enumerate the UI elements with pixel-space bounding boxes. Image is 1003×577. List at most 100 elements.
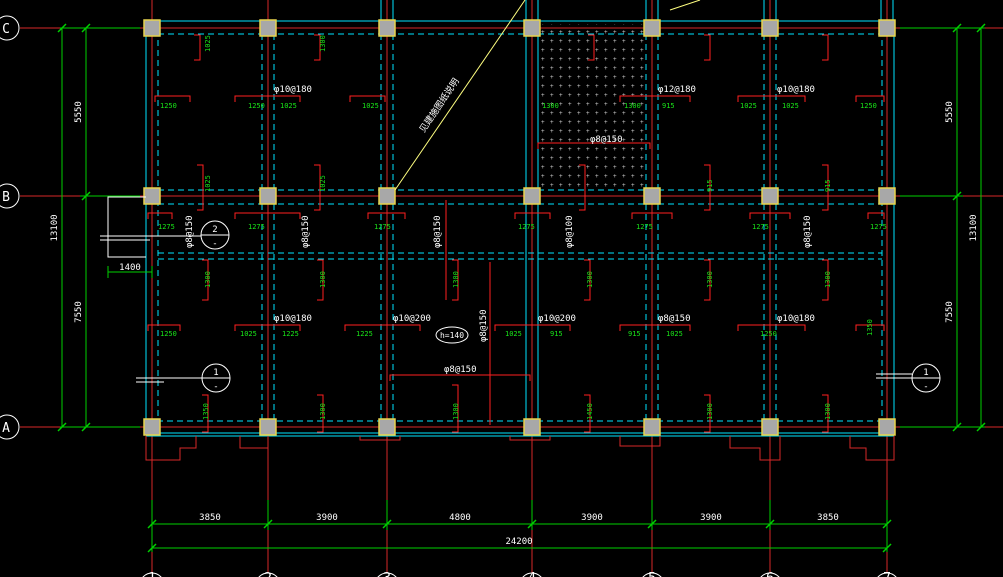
rebar-length-label: 1350 [202, 403, 210, 420]
rebar-length-label: 1025 [362, 102, 379, 110]
axis-label-3: 3 [383, 571, 391, 577]
rebar-length-label: 1275 [158, 223, 175, 231]
section-1r-num: 1 [923, 368, 928, 378]
dim-span-2: 3900 [316, 513, 338, 523]
rebar-stair-h: φ8@150 [444, 365, 477, 375]
rebar-length-label: 1025 [666, 330, 683, 338]
column [878, 187, 896, 205]
dimension-lines [60, 27, 985, 552]
axis-label-5: 5 [648, 571, 656, 577]
rebar-length-label: 1250 [860, 102, 877, 110]
column [259, 19, 277, 37]
rebar-mid-5: φ8@150 [803, 215, 813, 248]
rebar-mark [194, 34, 201, 61]
rebar-top-2: φ12@180 [658, 85, 696, 95]
rebar-length-label: 915 [628, 330, 641, 338]
rebar-bot-3: φ10@200 [538, 314, 576, 324]
section-1l-sub: - [213, 382, 218, 392]
section-1r-sub: - [923, 382, 928, 392]
column [523, 19, 541, 37]
column [378, 418, 396, 436]
dimension-ticks [57, 23, 986, 553]
rebar-length-label: 915 [706, 179, 714, 192]
dim-span-4: 3900 [581, 513, 603, 523]
column [523, 418, 541, 436]
column [259, 187, 277, 205]
rebar-length-label: 915 [662, 102, 675, 110]
rebar-length-label: 1275 [518, 223, 535, 231]
column [143, 418, 161, 436]
column [523, 187, 541, 205]
column [643, 187, 661, 205]
column [878, 19, 896, 37]
rebar-mark [197, 164, 204, 211]
rebar-length-label: 1025 [204, 175, 212, 192]
column [143, 187, 161, 205]
rebar-length-label: 1300 [319, 271, 327, 288]
rebar-length-label: 1225 [282, 330, 299, 338]
rebar-length-label: 1450 [586, 403, 594, 420]
rebar-length-label: 1300 [319, 403, 327, 420]
dim-right-2: 7550 [945, 301, 955, 323]
axis-label-4: 4 [528, 571, 536, 577]
cantilever-dim: 1400 [119, 263, 141, 273]
axis-label-B: B [2, 190, 10, 205]
column [761, 418, 779, 436]
axis-label-7: 7 [883, 571, 891, 577]
rebar-length-label: 1300 [824, 271, 832, 288]
column [761, 19, 779, 37]
dim-left-2: 7550 [74, 301, 84, 323]
rebar-bot-1: φ10@180 [274, 314, 312, 324]
dim-left-1: 5550 [74, 101, 84, 123]
rebar-length-label: 1025 [204, 35, 212, 52]
column [259, 418, 277, 436]
rebar-length-label: 1300 [706, 403, 714, 420]
rebar-length-label: 1250 [160, 102, 177, 110]
rebar-length-label: 1025 [740, 102, 757, 110]
rebar-length-label: 1300 [824, 403, 832, 420]
column [378, 187, 396, 205]
rebar-length-label: 1025 [505, 330, 522, 338]
rebar-stair-v2: φ8@150 [479, 309, 489, 342]
rebar-length-label: 1250 [248, 102, 265, 110]
rebar-mid-2: φ8@150 [301, 215, 311, 248]
rebar-length-label: 1275 [374, 223, 391, 231]
section-1l-num: 1 [213, 368, 218, 378]
axis-label-1: 1 [148, 571, 156, 577]
section-2-num: 2 [212, 225, 217, 235]
rebar-length-label: 1300 [452, 403, 460, 420]
rebar-marks [147, 34, 885, 433]
axis-label-6: 6 [766, 571, 774, 577]
column [878, 418, 896, 436]
rebar-stair-vert: φ8@150 [590, 135, 623, 145]
rebar-bot-5: φ10@180 [777, 314, 815, 324]
dim-right-total: 13100 [969, 214, 979, 241]
rebar-top-1: φ10@180 [274, 85, 312, 95]
rebar-length-label: 1300 [624, 102, 641, 110]
section-2-sub: - [212, 239, 217, 249]
axis-label-2: 2 [264, 571, 272, 577]
rebar-length-label: 1025 [782, 102, 799, 110]
column [378, 19, 396, 37]
dim-right-1: 5550 [945, 101, 955, 123]
rebar-length-label: 1300 [706, 271, 714, 288]
beam-outlines [145, 0, 895, 437]
rebar-bot-2: φ10@200 [393, 314, 431, 324]
dim-total: 24200 [505, 537, 532, 547]
rebar-length-label: 1350 [866, 319, 874, 336]
rebar-mid-1: φ8@150 [185, 215, 195, 248]
column [761, 187, 779, 205]
rebar-length-label: 1300 [204, 271, 212, 288]
floor-slab-reinforcement-plan: + 1400 见建施图纸说明 φ10@180 φ12@180 φ10@180 φ… [0, 0, 1003, 577]
rebar-length-label: 1300 [586, 271, 594, 288]
dim-left-total: 13100 [50, 214, 60, 241]
rebar-length-label: 1225 [356, 330, 373, 338]
column [643, 418, 661, 436]
rebar-mid-3: φ8@150 [433, 215, 443, 248]
rebar-length-label: 1275 [752, 223, 769, 231]
dim-span-3: 4800 [449, 513, 471, 523]
rebar-mid-4: φ8@100 [565, 215, 575, 248]
rebar-bot-4: φ8@150 [658, 314, 691, 324]
rebar-length-label: 1250 [160, 330, 177, 338]
column [143, 19, 161, 37]
